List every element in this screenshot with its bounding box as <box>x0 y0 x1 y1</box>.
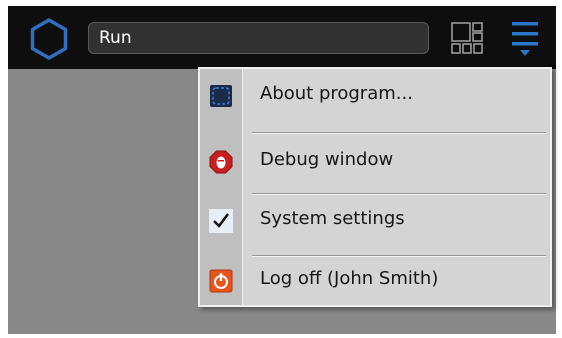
checkmark-icon <box>209 209 233 233</box>
dropdown-menu: About program... Debug window System set… <box>198 67 552 307</box>
menu-item-label: Log off (John Smith) <box>260 268 439 289</box>
about-program-icon <box>210 85 232 107</box>
top-bar <box>8 6 556 69</box>
menu-item-label: System settings <box>260 208 405 229</box>
menu-item-debug-window[interactable]: Debug window <box>200 135 550 193</box>
menu-item-label: About program... <box>260 83 413 104</box>
command-input[interactable] <box>88 22 429 54</box>
menu-separator <box>252 132 546 134</box>
debug-stop-icon <box>209 150 233 174</box>
menu-item-about[interactable]: About program... <box>200 69 550 127</box>
menu-item-label: Debug window <box>260 149 394 170</box>
app-window: About program... Debug window System set… <box>8 6 556 334</box>
power-logoff-icon <box>209 269 233 293</box>
menu-item-system-settings[interactable]: System settings <box>200 194 550 252</box>
hamburger-menu-icon[interactable] <box>511 20 539 58</box>
menu-item-log-off[interactable]: Log off (John Smith) <box>200 254 550 312</box>
hexagon-logo-icon[interactable] <box>26 16 72 62</box>
grid-layout-icon[interactable] <box>451 22 483 54</box>
